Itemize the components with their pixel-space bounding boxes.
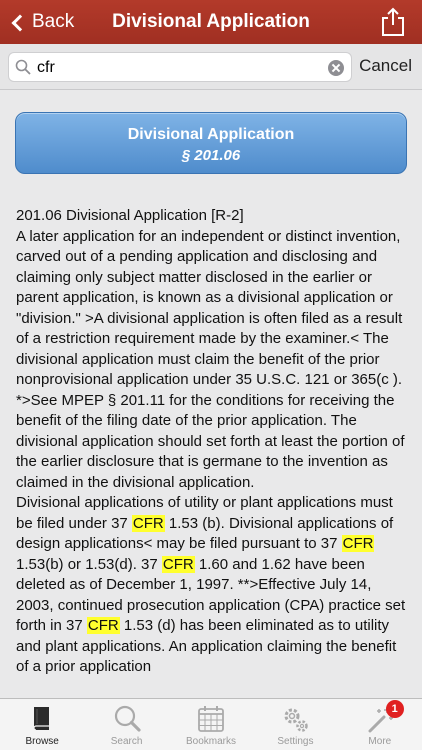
section-content: 201.06 Divisional Application [R-2] A la… — [16, 206, 408, 694]
tab-label: Browse — [25, 736, 59, 747]
section-heading: 201.06 Divisional Application [R-2] — [16, 207, 244, 224]
search-bar: Cancel — [0, 44, 422, 90]
tab-bar: Browse Search Bookmarks Settings 1 More — [0, 698, 422, 750]
gear-icon — [284, 708, 309, 732]
search-highlight: CFR — [86, 617, 120, 634]
search-icon — [15, 59, 31, 75]
tab-search[interactable]: Search — [84, 699, 168, 750]
tab-label: Search — [110, 736, 143, 747]
section-number: § 201.06 — [181, 147, 241, 164]
navigation-bar: Back Divisional Application — [0, 0, 422, 44]
clear-search-icon[interactable] — [328, 60, 344, 76]
section-title: Divisional Application — [127, 126, 295, 143]
tab-more[interactable]: 1 More — [338, 699, 422, 750]
share-icon[interactable] — [380, 7, 406, 37]
cancel-button[interactable]: Cancel — [359, 56, 412, 76]
search-field[interactable] — [8, 52, 352, 82]
tab-label: Bookmarks — [186, 736, 237, 747]
search-highlight: CFR — [341, 535, 375, 552]
tab-bookmarks[interactable]: Bookmarks — [169, 699, 253, 750]
book-icon — [33, 707, 50, 731]
magnifier-icon — [114, 705, 141, 732]
section-header-button[interactable]: Divisional Application § 201.06 — [15, 112, 407, 174]
paragraph-1: A later application for an independent o… — [16, 227, 405, 491]
paragraph-2: Divisional applications of utility or pl… — [16, 493, 408, 678]
tab-label: Settings — [277, 736, 314, 747]
calendar-icon — [198, 706, 224, 732]
search-highlight: CFR — [161, 555, 195, 573]
back-button[interactable]: Back — [8, 0, 74, 44]
tab-browse[interactable]: Browse — [0, 699, 84, 750]
tab-settings[interactable]: Settings — [253, 699, 337, 750]
chevron-left-icon — [11, 14, 29, 31]
back-label: Back — [32, 11, 75, 32]
search-input[interactable] — [37, 56, 317, 80]
search-highlight: CFR — [131, 514, 165, 532]
text-run: 1.53(b) or 1.53(d). 37 — [16, 555, 162, 573]
tab-label: More — [368, 736, 392, 747]
notification-badge: 1 — [385, 700, 404, 718]
